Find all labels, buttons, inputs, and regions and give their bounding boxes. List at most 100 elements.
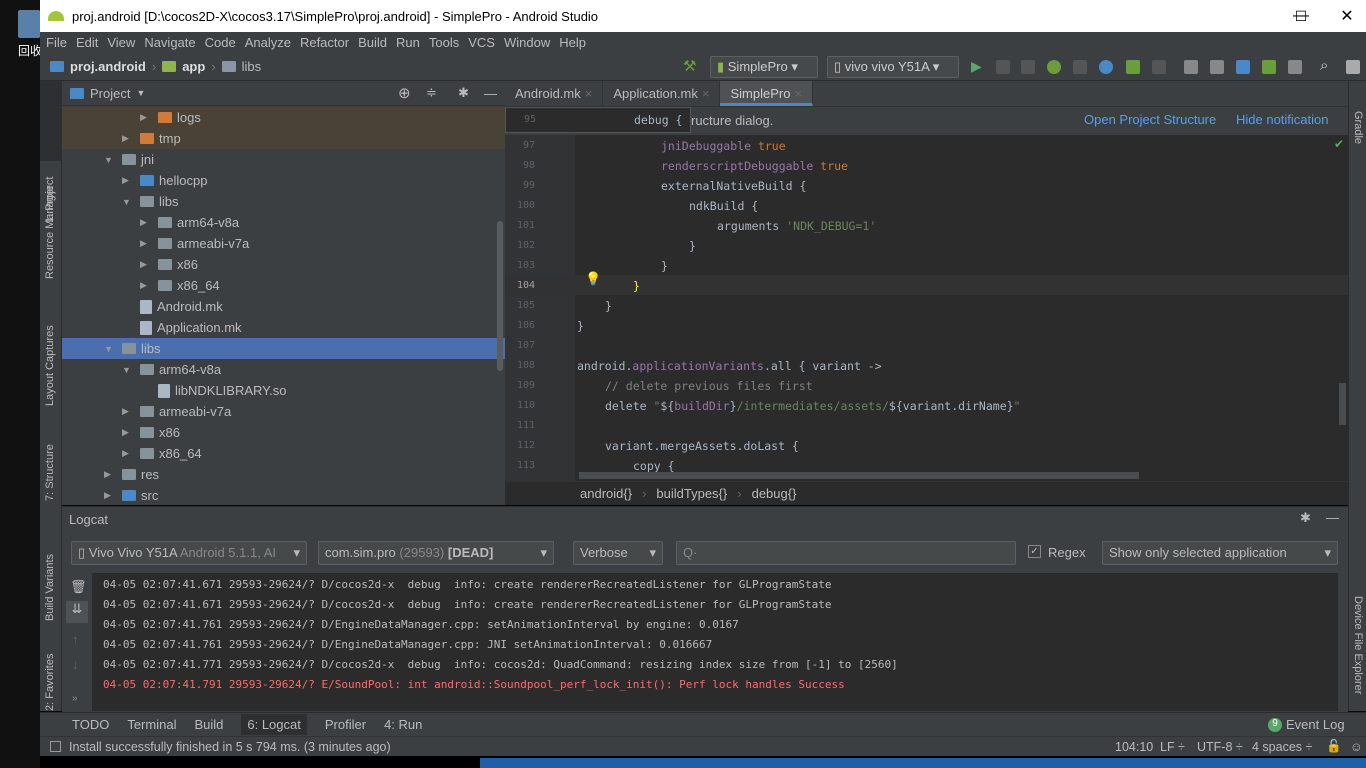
code-line[interactable]: externalNativeBuild { xyxy=(661,179,806,193)
expand-arrow-icon[interactable]: ▶ xyxy=(122,406,132,417)
tool-tab[interactable]: 4: Run xyxy=(384,717,422,732)
regex-checkbox[interactable]: ✓ xyxy=(1028,545,1041,558)
tool-gradle[interactable]: Gradle xyxy=(1352,111,1364,144)
tree-item[interactable]: ▶ tmp xyxy=(62,128,505,149)
run-icon[interactable]: ▶ xyxy=(971,58,982,75)
close-tab-icon[interactable]: × xyxy=(585,86,593,106)
tool-tab[interactable]: Profiler xyxy=(325,717,366,732)
tool-tab[interactable]: Build xyxy=(194,717,223,732)
hide-toolbar-icon[interactable] xyxy=(1346,60,1360,74)
breadcrumb-module[interactable]: app xyxy=(182,59,205,74)
gear-icon[interactable]: ✱ xyxy=(458,85,469,101)
code-line[interactable]: } xyxy=(689,239,696,253)
tree-item[interactable]: Application.mk xyxy=(62,317,505,338)
expand-arrow-icon[interactable]: ▶ xyxy=(104,490,114,501)
code-line[interactable]: delete "${buildDir}/intermediates/assets… xyxy=(605,399,1020,413)
vertical-scrollbar[interactable] xyxy=(1339,383,1346,425)
tree-item[interactable]: libNDKLIBRARY.so xyxy=(62,380,505,401)
logcat-settings-icon[interactable]: ✱ xyxy=(1300,510,1311,526)
recycle-bin-icon[interactable] xyxy=(18,10,40,38)
caret-position[interactable]: 104:10 xyxy=(1115,740,1153,754)
menu-help[interactable]: Help xyxy=(559,35,586,50)
expand-arrow-icon[interactable]: ▶ xyxy=(140,217,150,228)
expand-arrow-icon[interactable]: ▶ xyxy=(140,238,150,249)
process-filter-select[interactable]: com.sim.pro (29593) [DEAD] ▾ xyxy=(318,541,554,565)
app-filter-select[interactable]: Show only selected application ▾ xyxy=(1102,541,1338,565)
tool-device-file-explorer[interactable]: Device File Explorer xyxy=(1352,596,1364,694)
project-structure-icon[interactable] xyxy=(1184,60,1198,74)
editor-tab[interactable]: Android.mk × xyxy=(505,81,604,106)
code-line[interactable]: } xyxy=(661,259,668,273)
hector-icon[interactable]: ☺ xyxy=(1350,740,1363,754)
collapse-all-icon[interactable]: ≑ xyxy=(426,85,437,101)
expand-arrow-icon[interactable]: ▼ xyxy=(104,344,114,354)
sync-gradle-icon[interactable] xyxy=(1236,60,1250,74)
menu-code[interactable]: Code xyxy=(205,35,236,50)
apply-changes-icon[interactable] xyxy=(1021,60,1035,74)
tool-structure[interactable]: 7: Structure xyxy=(44,444,56,501)
tree-item[interactable]: ▼ arm64-v8a xyxy=(62,359,505,380)
editor-tab[interactable]: Application.mk × xyxy=(603,81,721,106)
editor-tab[interactable]: SimplePro × xyxy=(720,81,814,106)
lightbulb-icon[interactable]: 💡 xyxy=(585,271,601,287)
expand-arrow-icon[interactable]: ▶ xyxy=(140,112,150,123)
close-button[interactable]: ✕ xyxy=(1324,0,1366,32)
expand-arrow-icon[interactable]: ▶ xyxy=(122,448,132,459)
menu-run[interactable]: Run xyxy=(396,35,420,50)
line-separator[interactable]: LF ÷ xyxy=(1160,740,1185,754)
tool-layout-captures[interactable]: Layout Captures xyxy=(44,325,56,406)
code-line[interactable]: } xyxy=(577,319,584,333)
breadcrumb-folder[interactable]: libs xyxy=(242,59,262,74)
attach-process-icon[interactable] xyxy=(1126,60,1140,74)
build-hammer-icon[interactable]: ⚒ xyxy=(683,57,697,75)
menu-navigate[interactable]: Navigate xyxy=(144,35,195,50)
code-line[interactable]: jniDebuggable true xyxy=(661,139,786,153)
device-filter-select[interactable]: ▯ Vivo Vivo Y51A Android 5.1.1, AI ▾ xyxy=(71,541,307,565)
tool-tab[interactable]: Terminal xyxy=(127,717,176,732)
indent-setting[interactable]: 4 spaces ÷ xyxy=(1252,740,1312,754)
expand-arrow-icon[interactable]: ▼ xyxy=(122,365,132,375)
expand-arrow-icon[interactable]: ▶ xyxy=(140,259,150,270)
tree-item[interactable]: ▶ x86_64 xyxy=(62,275,505,296)
close-tab-icon[interactable]: × xyxy=(702,86,710,106)
expand-arrow-icon[interactable]: ▼ xyxy=(104,155,114,165)
code-crumb[interactable]: buildTypes{} xyxy=(656,486,727,501)
expand-arrow-icon[interactable]: ▶ xyxy=(122,133,132,144)
code-line[interactable]: // delete previous files first xyxy=(605,379,813,393)
project-view-select[interactable]: Project xyxy=(90,86,130,101)
horizontal-scrollbar[interactable] xyxy=(579,472,1139,479)
profile-icon[interactable] xyxy=(1099,60,1113,74)
scroll-to-end-icon[interactable]: ⇊ xyxy=(66,601,88,623)
expand-arrow-icon[interactable]: ▶ xyxy=(104,469,114,480)
avd-manager-icon[interactable] xyxy=(1262,60,1276,74)
code-line[interactable]: variant.mergeAssets.doLast { xyxy=(605,439,799,453)
code-line[interactable]: android.applicationVariants.all { varian… xyxy=(577,359,882,373)
file-encoding[interactable]: UTF-8 ÷ xyxy=(1197,740,1243,754)
code-line[interactable]: copy { xyxy=(633,459,675,473)
code-line[interactable]: } xyxy=(633,279,640,293)
tool-build-variants[interactable]: Build Variants xyxy=(44,554,56,621)
code-crumb[interactable]: android{} xyxy=(580,486,632,501)
menu-view[interactable]: View xyxy=(107,35,135,50)
log-level-select[interactable]: Verbose ▾ xyxy=(573,541,663,565)
lock-icon[interactable]: 🔓 xyxy=(1326,739,1342,754)
event-log-button[interactable]: 9 Event Log xyxy=(1268,717,1345,732)
maximize-button[interactable]: ☐ xyxy=(1278,0,1324,32)
tool-favorites[interactable]: 2: Favorites xyxy=(44,654,56,711)
code-line[interactable]: ndkBuild { xyxy=(689,199,758,213)
close-tab-icon[interactable]: × xyxy=(794,86,802,103)
more-icon[interactable]: » xyxy=(72,693,78,704)
code-line[interactable]: renderscriptDebuggable true xyxy=(661,159,848,173)
menu-tools[interactable]: Tools xyxy=(429,35,459,50)
code-line[interactable]: } xyxy=(605,299,612,313)
attach-debugger-icon[interactable] xyxy=(1073,60,1087,74)
tree-item[interactable]: ▶ x86 xyxy=(62,254,505,275)
tree-item[interactable]: ▶ src xyxy=(62,485,505,506)
down-icon[interactable]: ↓ xyxy=(72,657,79,672)
menu-build[interactable]: Build xyxy=(358,35,387,50)
menu-vcs[interactable]: VCS xyxy=(468,35,495,50)
sdk-manager-icon[interactable] xyxy=(1288,60,1302,74)
tree-item[interactable]: ▶ x86 xyxy=(62,422,505,443)
menu-edit[interactable]: Edit xyxy=(76,35,98,50)
tree-item[interactable]: ▼ libs xyxy=(62,191,505,212)
